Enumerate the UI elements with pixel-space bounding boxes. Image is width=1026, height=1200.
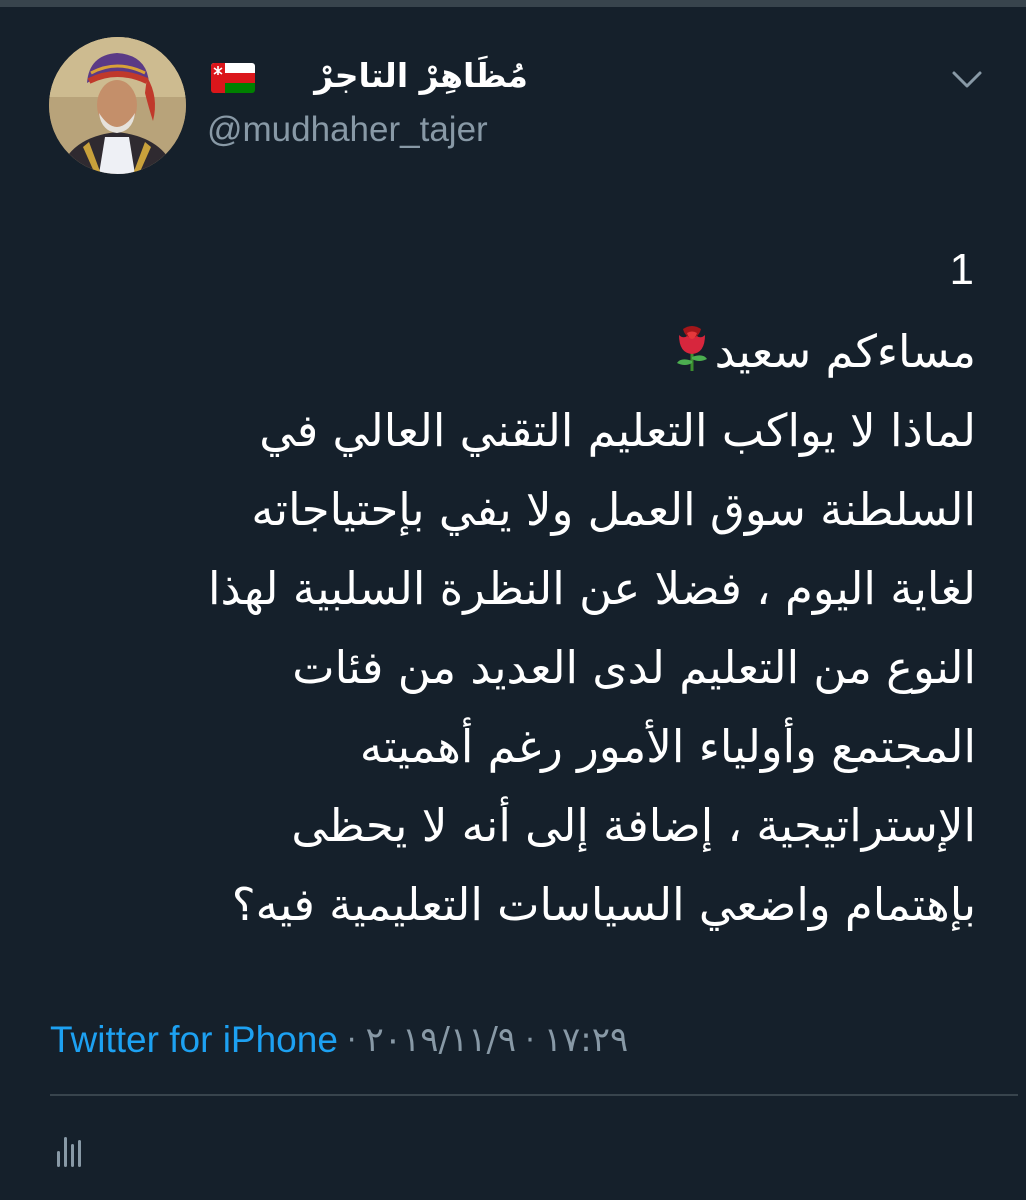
display-name[interactable]: مُظَاهِرْ التاجرْ: [268, 54, 528, 98]
top-divider: [0, 0, 1026, 7]
user-handle[interactable]: @mudhaher_tajer: [207, 110, 488, 150]
tweet-greeting-line: مساءكم سعيد: [36, 312, 976, 391]
tweet-date[interactable]: ٢٠١٩/١١/٩: [365, 1020, 516, 1060]
greeting-text: مساءكم سعيد: [714, 325, 976, 378]
tweet-line: السلطنة سوق العمل ولا يفي بإحتياجاته: [251, 483, 976, 536]
avatar[interactable]: [49, 37, 186, 174]
divider: [50, 1094, 1018, 1096]
meta-separator: ·: [525, 1022, 535, 1058]
tweet-line: النوع من التعليم لدى العديد من فئات: [292, 641, 976, 694]
rose-icon: [669, 318, 715, 371]
tweet-meta: Twitter for iPhone · ٢٠١٩/١١/٩ · ١٧:٢٩: [50, 1016, 628, 1064]
chevron-down-icon[interactable]: [947, 62, 987, 96]
thread-number: 1: [949, 245, 974, 294]
tweet-line: لماذا لا يواكب التعليم التقني العالي في: [259, 404, 976, 457]
oman-flag-icon: [211, 63, 255, 93]
meta-separator: ·: [346, 1022, 357, 1058]
tweet-line: لغاية اليوم ، فضلا عن النظرة السلبية لهذ…: [207, 562, 976, 615]
tweet-time[interactable]: ١٧:٢٩: [544, 1020, 629, 1060]
analytics-icon[interactable]: [56, 1131, 82, 1169]
tweet-line: الإستراتيجية ، إضافة إلى أنه لا يحظى: [291, 799, 976, 852]
tweet-detail: مُظَاهِرْ التاجرْ @mudhaher_tajer 1 مساء…: [0, 0, 1026, 1200]
tweet-line: بإهتمام واضعي السياسات التعليمية فيه؟: [231, 878, 976, 931]
tweet-line: المجتمع وأولياء الأمور رغم أهميته: [359, 720, 976, 773]
source-link[interactable]: Twitter for iPhone: [50, 1019, 338, 1061]
tweet-text: مساءكم سعيد لماذا لا يواكب التعليم التقن…: [36, 312, 976, 944]
